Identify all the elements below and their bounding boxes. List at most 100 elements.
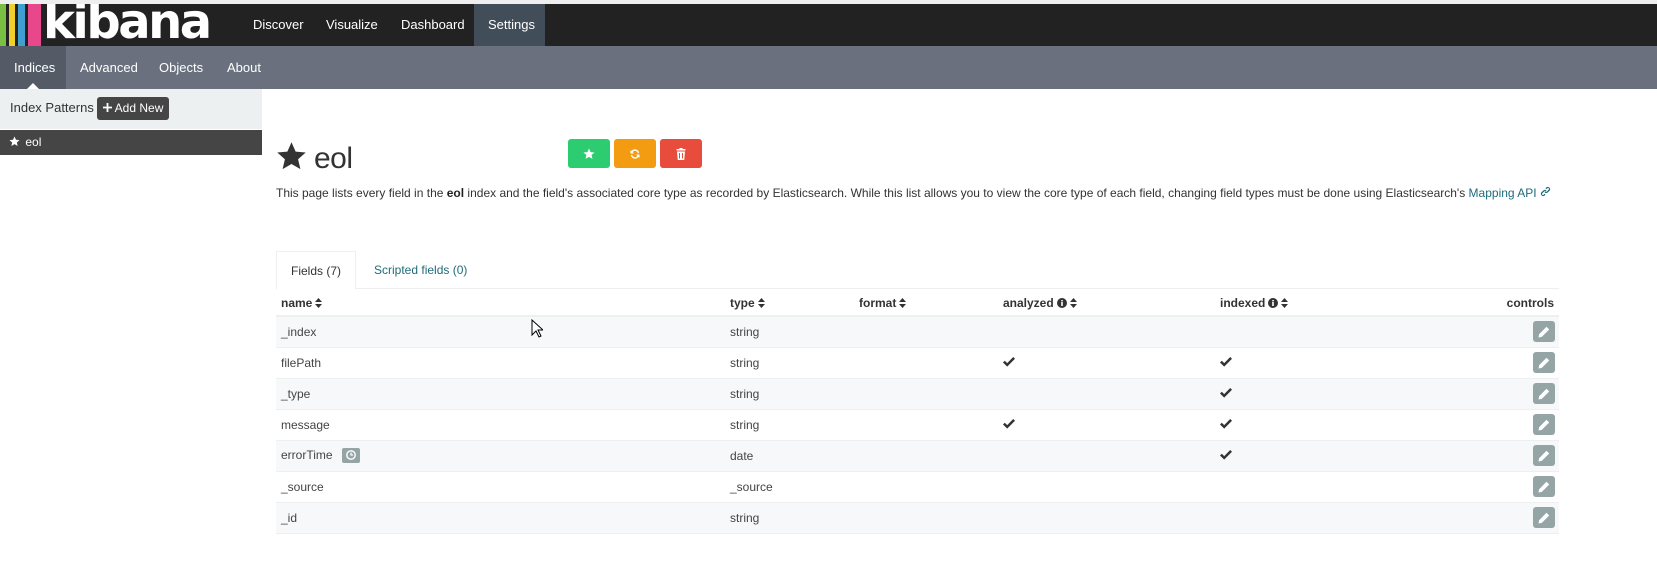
add-new-button[interactable]: Add New xyxy=(97,97,170,120)
edit-field-button[interactable] xyxy=(1533,507,1555,528)
table-row: message string xyxy=(276,409,1559,441)
index-pattern-item[interactable]: eol xyxy=(0,130,262,155)
nav-tab-visualize[interactable]: Visualize xyxy=(312,4,392,46)
field-name-cell: _id xyxy=(276,502,725,534)
column-header-label: type xyxy=(730,295,755,310)
clock-icon xyxy=(345,450,356,461)
edit-field-button[interactable] xyxy=(1533,383,1555,404)
pencil-icon xyxy=(1538,450,1550,462)
tab-fields[interactable]: Fields (7) xyxy=(276,251,357,290)
field-format-cell xyxy=(854,440,998,472)
mapping-api-link[interactable]: Mapping API xyxy=(1469,186,1551,200)
field-controls-cell xyxy=(1463,502,1559,534)
field-format-cell xyxy=(854,502,998,534)
refresh-icon xyxy=(630,148,640,159)
pencil-icon xyxy=(1538,327,1550,338)
subnav-tab-indices[interactable]: Indices xyxy=(0,46,66,89)
field-controls-cell xyxy=(1463,378,1559,410)
column-header-name[interactable]: name xyxy=(276,290,725,317)
sidebar-header: Index Patterns Add New xyxy=(0,89,262,129)
field-name-cell: _source xyxy=(276,471,725,503)
kibana-logo[interactable]: kibana xyxy=(0,4,238,46)
edit-field-button[interactable] xyxy=(1533,445,1555,466)
set-default-index-button[interactable] xyxy=(568,139,610,168)
field-name-cell: message xyxy=(276,409,725,441)
column-header-format[interactable]: format xyxy=(854,290,998,317)
field-indexed-cell xyxy=(1215,440,1463,472)
column-header-label: analyzed xyxy=(1003,295,1054,310)
delete-index-pattern-button[interactable] xyxy=(660,139,702,168)
logo-stripe xyxy=(9,4,15,46)
column-header-analyzed[interactable]: analyzed xyxy=(998,290,1215,317)
field-analyzed-cell xyxy=(998,378,1215,410)
sort-icon xyxy=(315,297,323,308)
checkmark-icon xyxy=(1220,449,1232,460)
nav-tab-discover[interactable]: Discover xyxy=(239,4,318,46)
subnav-tab-about[interactable]: About xyxy=(213,46,275,89)
subnav-tab-advanced[interactable]: Advanced xyxy=(66,46,152,89)
nav-tab-settings[interactable]: Settings xyxy=(474,4,545,46)
fields-table: name type format analyzed indexed contro… xyxy=(276,290,1559,534)
field-analyzed-cell xyxy=(998,440,1215,472)
star-icon xyxy=(583,148,595,159)
edit-field-button[interactable] xyxy=(1533,321,1555,343)
edit-field-button[interactable] xyxy=(1533,352,1555,373)
edit-field-button[interactable] xyxy=(1533,476,1555,497)
field-type-cell: string xyxy=(725,378,854,410)
field-type-cell: string xyxy=(725,316,854,348)
field-controls-cell xyxy=(1463,471,1559,503)
field-name-cell: _type xyxy=(276,378,725,410)
field-indexed-cell xyxy=(1215,347,1463,379)
field-format-cell xyxy=(854,378,998,410)
timefield-badge xyxy=(341,448,360,464)
refresh-fields-button[interactable] xyxy=(614,139,656,168)
pencil-icon xyxy=(1538,512,1550,524)
table-row: _index string xyxy=(276,316,1559,348)
sort-icon xyxy=(1281,297,1289,308)
column-header-indexed[interactable]: indexed xyxy=(1215,290,1463,317)
field-type-cell: string xyxy=(725,409,854,441)
tab-scripted-fields[interactable]: Scripted fields (0) xyxy=(360,251,481,289)
field-name: errorTime xyxy=(281,447,333,462)
field-format-cell xyxy=(854,409,998,441)
settings-subnav: Indices Advanced Objects About xyxy=(0,46,1657,89)
logo-stripe xyxy=(28,4,41,46)
subnav-tab-objects[interactable]: Objects xyxy=(145,46,217,89)
star-icon xyxy=(9,136,20,146)
field-type-cell: string xyxy=(725,347,854,379)
star-icon xyxy=(277,142,306,170)
pencil-icon xyxy=(1538,388,1550,400)
checkmark-icon xyxy=(1220,418,1232,429)
info-icon[interactable] xyxy=(1056,297,1067,308)
nav-tab-dashboard[interactable]: Dashboard xyxy=(387,4,479,46)
index-description: This page lists every field in the eol i… xyxy=(276,185,1559,201)
mouse-cursor-icon xyxy=(531,319,543,338)
description-text: index and the field's associated core ty… xyxy=(464,186,1469,200)
column-header-label: controls xyxy=(1506,295,1554,310)
column-header-type[interactable]: type xyxy=(725,290,854,317)
index-pattern-label: eol xyxy=(25,135,42,149)
field-name: filePath xyxy=(281,355,322,370)
sidebar-title: Index Patterns xyxy=(10,100,94,115)
field-analyzed-cell xyxy=(998,409,1215,441)
field-name: message xyxy=(281,417,330,432)
index-patterns-sidebar: Index Patterns Add New eol xyxy=(0,89,262,566)
field-type-cell: string xyxy=(725,502,854,534)
table-header-row: name type format analyzed indexed contro… xyxy=(276,290,1559,317)
field-analyzed-cell xyxy=(998,316,1215,348)
description-index-name: eol xyxy=(446,186,465,200)
table-row: errorTime date xyxy=(276,440,1559,472)
field-name: _id xyxy=(281,510,298,525)
trash-icon xyxy=(676,147,686,160)
checkmark-icon xyxy=(1003,356,1015,367)
field-name: _index xyxy=(281,324,317,339)
edit-field-button[interactable] xyxy=(1533,414,1555,435)
field-indexed-cell xyxy=(1215,502,1463,534)
field-controls-cell xyxy=(1463,316,1559,348)
checkmark-icon xyxy=(1003,418,1015,429)
top-navbar: kibana Discover Visualize Dashboard Sett… xyxy=(0,4,1657,46)
index-pattern-detail: eol This page lists every field in the e… xyxy=(276,89,1559,566)
info-icon[interactable] xyxy=(1268,297,1279,308)
link-icon xyxy=(1540,186,1551,197)
field-indexed-cell xyxy=(1215,378,1463,410)
